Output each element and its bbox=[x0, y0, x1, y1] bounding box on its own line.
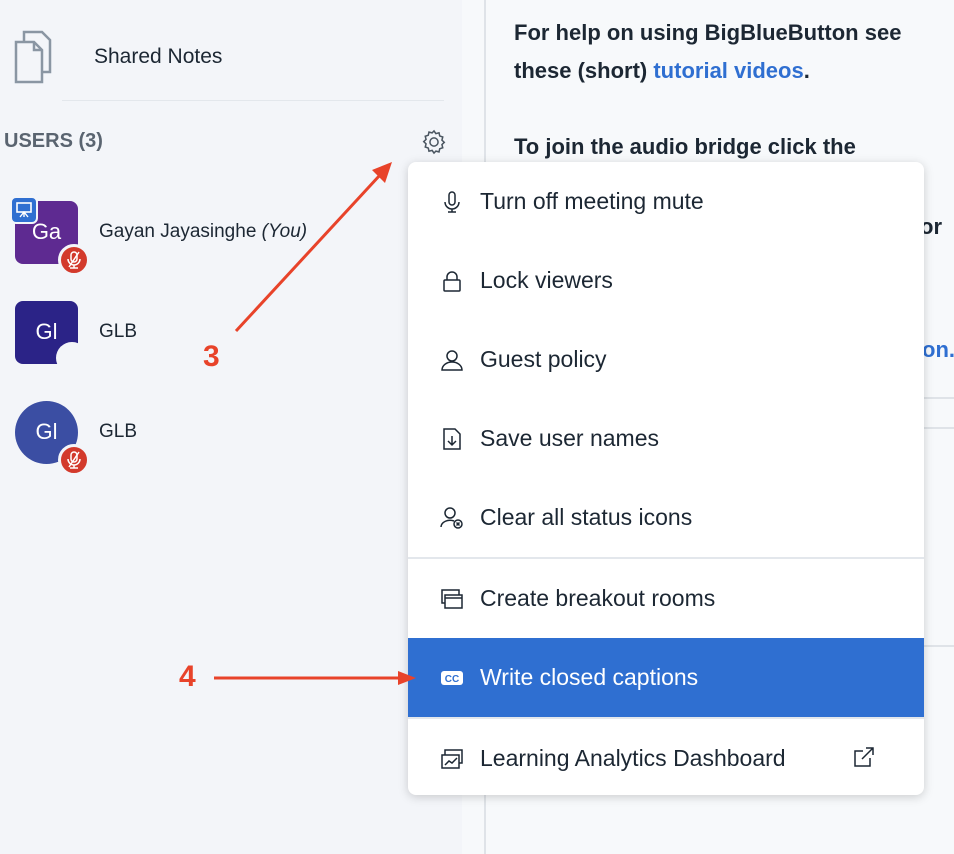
annotation-step-3: 3 bbox=[203, 340, 220, 373]
arrow-4-head bbox=[398, 671, 416, 685]
annotation-step-4: 4 bbox=[179, 660, 196, 693]
annotation-arrows bbox=[214, 162, 416, 685]
arrow-3 bbox=[234, 173, 382, 333]
